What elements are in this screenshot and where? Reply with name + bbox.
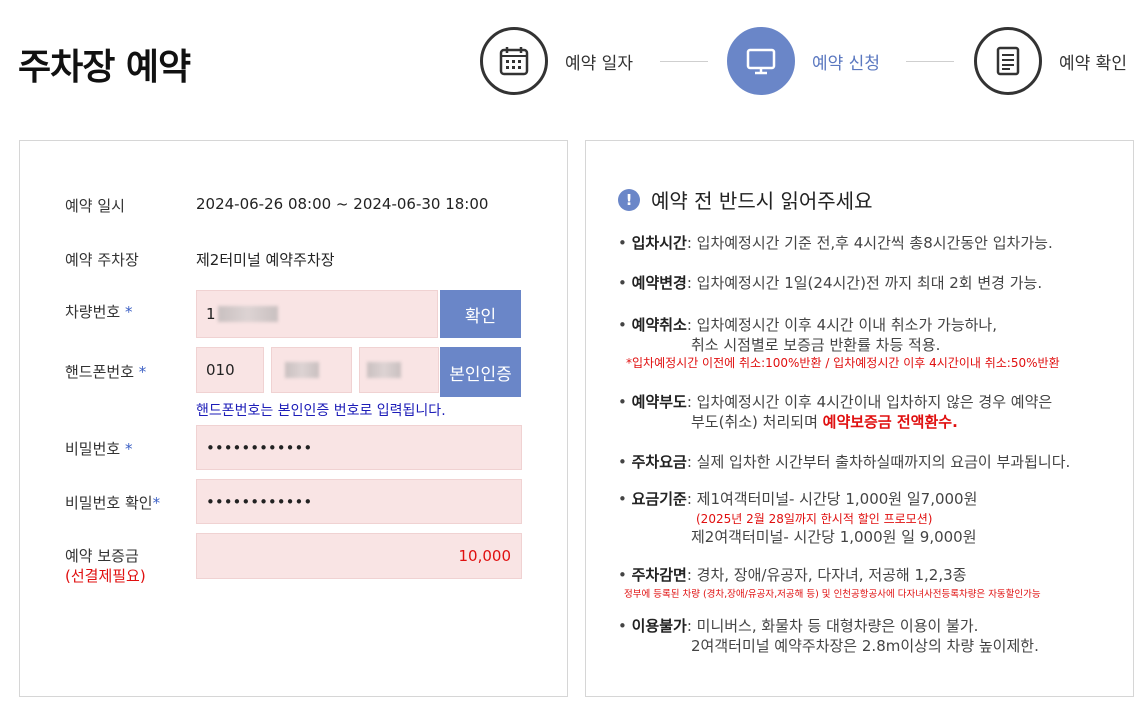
page-title: 주차장 예약 — [18, 47, 191, 88]
password-label: 비밀번호 * — [65, 440, 133, 458]
date-value: 2024-06-26 08:00 ~ 2024-06-30 18:00 — [196, 195, 489, 213]
redacted-block — [367, 362, 401, 378]
lot-value: 제2터미널 예약주차장 — [196, 251, 335, 269]
rule-cancel-line2: 취소 시점별로 보증금 반환률 차등 적용. — [691, 336, 941, 354]
rule-noshow: • 예약부도: 입차예정시간 이후 4시간이내 입차하지 않은 경우 예약은 — [618, 393, 1053, 411]
redacted-block — [217, 306, 278, 322]
phone-label: 핸드폰번호 * — [65, 363, 147, 381]
deposit-note: (선결제필요) — [65, 567, 146, 585]
step-label-date: 예약 일자 — [565, 53, 633, 74]
notice-heading: ! 예약 전 반드시 읽어주세요 — [618, 185, 872, 214]
phone-hint: 핸드폰번호는 본인인증 번호로 입력됩니다. — [196, 403, 446, 419]
rule-fee: • 주차요금: 실제 입차한 시간부터 출차하실때까지의 요금이 부과됩니다. — [618, 453, 1071, 471]
password-confirm-label: 비밀번호 확인* — [65, 494, 161, 512]
car-number-input[interactable]: 1 — [196, 290, 438, 338]
date-label: 예약 일시 — [65, 197, 125, 215]
rule-rate-promo: (2025년 2월 28일까지 한시적 할인 프로모션) — [696, 512, 933, 526]
step-divider — [906, 61, 954, 62]
document-icon — [974, 27, 1042, 95]
password-confirm-input[interactable]: •••••••••••• — [196, 479, 522, 524]
step-label-confirm: 예약 확인 — [1059, 53, 1127, 74]
password-input[interactable]: •••••••••••• — [196, 425, 522, 470]
rule-cancel-note: *입차예정시간 이전에 취소:100%반환 / 입차예정시간 이후 4시간이내 … — [626, 356, 1060, 370]
phone-part1-input[interactable]: 010 — [196, 347, 264, 393]
lot-label: 예약 주차장 — [65, 251, 139, 269]
rule-unavailable: • 이용불가: 미니버스, 화물차 등 대형차량은 이용이 불가. — [618, 617, 979, 635]
step-reservation-confirm: 예약 확인 — [974, 27, 1127, 95]
notice-title: 예약 전 반드시 읽어주세요 — [651, 189, 873, 213]
rule-noshow-line2: 부도(취소) 처리되며 예약보증금 전액환수. — [691, 413, 958, 431]
step-reservation-apply: 예약 신청 — [727, 27, 880, 95]
rule-discount-note: 정부에 등록된 차량 (경차,장애/유공자,저공해 등) 및 인천공항공사에 다… — [624, 589, 1041, 600]
car-number-value: 1 — [206, 305, 216, 323]
rule-unavailable-line2: 2여객터미널 예약주차장은 2.8m이상의 차량 높이제한. — [691, 637, 1039, 655]
deposit-label: 예약 보증금 — [65, 547, 139, 565]
rule-rate-line2: 제2여객터미널- 시간당 1,000원 일 9,000원 — [691, 528, 977, 546]
step-reservation-date: 예약 일자 — [480, 27, 633, 95]
step-label-apply: 예약 신청 — [812, 53, 880, 74]
exclamation-icon: ! — [618, 188, 640, 211]
deposit-amount: 10,000 — [196, 533, 522, 579]
rule-cancel: • 예약취소: 입차예정시간 이후 4시간 이내 취소가 가능하나, — [618, 316, 998, 334]
phone-part3-input[interactable] — [359, 347, 439, 393]
phone-verify-button[interactable]: 본인인증 — [440, 347, 521, 397]
car-confirm-button[interactable]: 확인 — [440, 290, 521, 338]
rule-entry-time: • 입차시간: 입차예정시간 기준 전,후 4시간씩 총8시간동안 입차가능. — [618, 234, 1053, 252]
monitor-icon — [727, 27, 795, 95]
calendar-icon — [480, 27, 548, 95]
rule-change: • 예약변경: 입차예정시간 1일(24시간)전 까지 최대 2회 변경 가능. — [618, 274, 1043, 292]
phone-part2-input[interactable] — [271, 347, 352, 393]
rule-rate: • 요금기준: 제1여객터미널- 시간당 1,000원 일7,000원 — [618, 490, 978, 508]
notice-panel: ! 예약 전 반드시 읽어주세요 • 입차시간: 입차예정시간 기준 전,후 4… — [585, 140, 1134, 697]
step-divider — [660, 61, 708, 62]
rule-discount: • 주차감면: 경차, 장애/유공자, 다자녀, 저공해 1,2,3종 — [618, 566, 967, 584]
car-number-label: 차량번호 * — [65, 303, 133, 321]
reservation-form-panel: 예약 일시 2024-06-26 08:00 ~ 2024-06-30 18:0… — [19, 140, 568, 697]
redacted-block — [285, 362, 319, 378]
